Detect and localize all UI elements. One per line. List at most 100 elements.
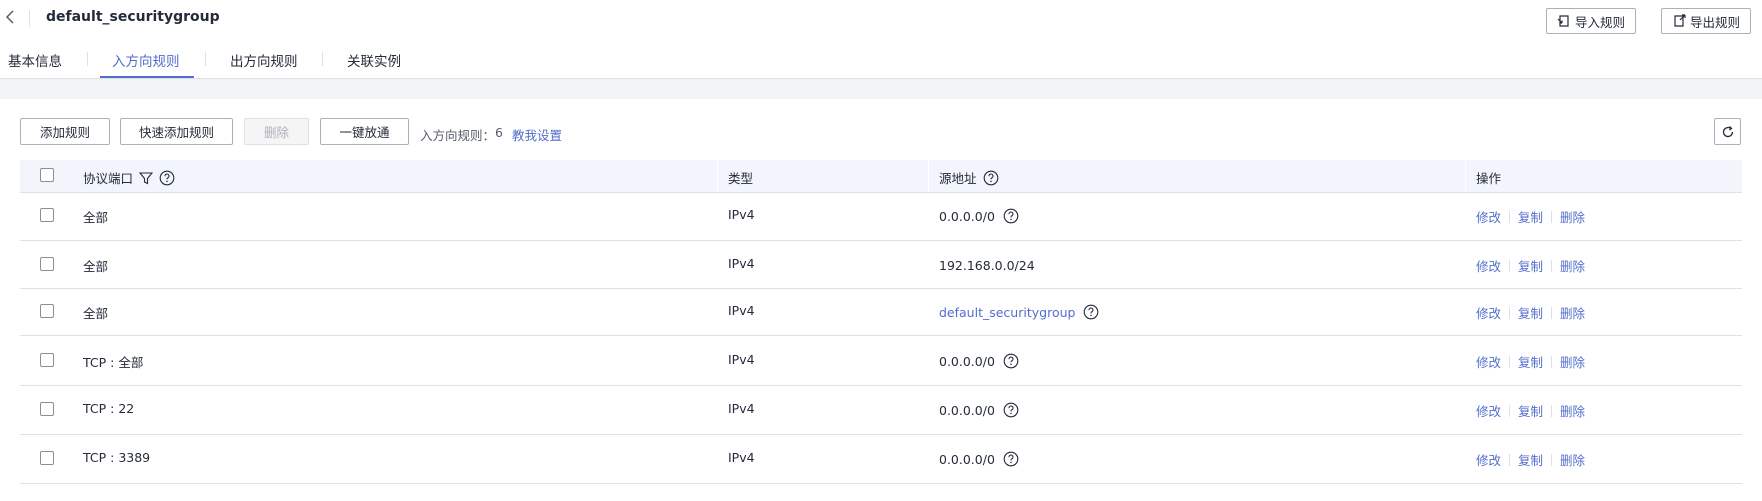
protocol-port-cell: 全部 <box>83 259 109 274</box>
action-divider <box>1551 404 1553 417</box>
copy-link[interactable]: 复制 <box>1518 450 1543 469</box>
row-checkbox[interactable] <box>40 353 54 367</box>
copy-link[interactable]: 复制 <box>1518 256 1543 275</box>
select-all-checkbox[interactable] <box>40 168 54 182</box>
question-circle-icon[interactable] <box>159 170 175 186</box>
import-icon <box>1557 15 1569 27</box>
export-icon <box>1674 14 1686 27</box>
table-row: TCP : 3389 IPv4 0.0.0.0/0 修改 复制 删除 <box>20 435 1742 484</box>
type-cell: IPv4 <box>728 256 755 271</box>
modify-link[interactable]: 修改 <box>1476 303 1501 322</box>
modify-link[interactable]: 修改 <box>1476 401 1501 420</box>
tab-outbound-rules[interactable]: 出方向规则 <box>230 50 298 70</box>
import-rules-button[interactable]: 导入规则 <box>1546 8 1637 34</box>
export-rules-button[interactable]: 导出规则 <box>1661 8 1752 34</box>
protocol-port-cell: 全部 <box>83 306 109 321</box>
back-chevron-left-icon[interactable] <box>5 9 19 27</box>
filter-icon[interactable] <box>139 171 154 185</box>
type-cell: IPv4 <box>728 303 755 318</box>
delete-link[interactable]: 删除 <box>1560 207 1585 226</box>
page-header: default_securitygroup 导入规则 导出规则 <box>0 0 1762 36</box>
question-circle-icon[interactable] <box>1003 451 1019 467</box>
column-divider <box>1465 160 1466 192</box>
action-divider <box>1509 259 1511 272</box>
question-circle-icon[interactable] <box>1003 402 1019 418</box>
add-rule-button[interactable]: 添加规则 <box>20 118 110 145</box>
modify-link[interactable]: 修改 <box>1476 450 1501 469</box>
modify-link[interactable]: 修改 <box>1476 352 1501 371</box>
copy-link[interactable]: 复制 <box>1518 352 1543 371</box>
refresh-icon <box>1722 125 1733 137</box>
question-circle-icon[interactable] <box>983 170 999 186</box>
quick-add-rule-button[interactable]: 快速添加规则 <box>120 118 233 145</box>
source-cell: default_securitygroup <box>939 302 1099 322</box>
tab-basic-info[interactable]: 基本信息 <box>8 50 62 70</box>
table-row: TCP : 22 IPv4 0.0.0.0/0 修改 复制 删除 <box>20 386 1742 435</box>
tab-associated-instances[interactable]: 关联实例 <box>347 50 401 70</box>
column-divider <box>928 160 929 192</box>
delete-link[interactable]: 删除 <box>1560 256 1585 275</box>
protocol-port-cell: 全部 <box>83 210 109 225</box>
open-all-button[interactable]: 一键放通 <box>320 118 409 145</box>
modify-link[interactable]: 修改 <box>1476 256 1501 275</box>
action-divider <box>1509 306 1511 319</box>
row-checkbox[interactable] <box>40 208 54 222</box>
row-checkbox[interactable] <box>40 402 54 416</box>
action-divider <box>1551 259 1553 272</box>
delete-link[interactable]: 删除 <box>1560 450 1585 469</box>
column-header-source-label: 源地址 <box>939 171 977 186</box>
action-divider <box>1551 453 1553 466</box>
table-row: TCP : 全部 IPv4 0.0.0.0/0 修改 复制 删除 <box>20 337 1742 386</box>
delete-button[interactable]: 删除 <box>244 118 309 145</box>
refresh-button[interactable] <box>1714 118 1741 145</box>
rule-count-label: 入方向规则： <box>420 128 496 143</box>
rules-toolbar: 添加规则 快速添加规则 删除 一键放通 入方向规则： 6 教我设置 <box>0 118 1762 146</box>
tab-inbound-rules[interactable]: 入方向规则 <box>112 50 180 70</box>
header-divider <box>29 10 30 27</box>
protocol-port-cell: TCP : 3389 <box>83 450 151 465</box>
tab-divider <box>87 52 88 66</box>
copy-link[interactable]: 复制 <box>1518 401 1543 420</box>
delete-link[interactable]: 删除 <box>1560 303 1585 322</box>
tab-divider <box>322 52 323 66</box>
column-header-type: 类型 <box>728 168 753 187</box>
copy-link[interactable]: 复制 <box>1518 303 1543 322</box>
column-header-protocol-port-label: 协议端口 <box>83 171 134 186</box>
column-header-actions: 操作 <box>1476 168 1501 187</box>
column-header-source: 源地址 <box>939 168 999 187</box>
action-divider <box>1509 210 1511 223</box>
source-address: 0.0.0.0/0 <box>939 451 995 467</box>
source-cell: 0.0.0.0/0 <box>939 206 1019 226</box>
question-circle-icon[interactable] <box>1003 208 1019 224</box>
source-cell: 0.0.0.0/0 <box>939 400 1019 420</box>
action-divider <box>1509 404 1511 417</box>
type-cell: IPv4 <box>728 207 755 222</box>
type-cell: IPv4 <box>728 352 755 367</box>
question-circle-icon[interactable] <box>1003 353 1019 369</box>
row-checkbox[interactable] <box>40 451 54 465</box>
source-security-group-link[interactable]: default_securitygroup <box>939 305 1075 320</box>
delete-link[interactable]: 删除 <box>1560 352 1585 371</box>
row-checkbox[interactable] <box>40 304 54 318</box>
delete-link[interactable]: 删除 <box>1560 401 1585 420</box>
row-checkbox[interactable] <box>40 257 54 271</box>
import-rules-label: 导入规则 <box>1575 14 1626 30</box>
source-address: 0.0.0.0/0 <box>939 402 995 418</box>
action-divider <box>1551 355 1553 368</box>
protocol-port-cell: TCP : 全部 <box>83 355 144 370</box>
column-header-type-label: 类型 <box>728 171 754 186</box>
page-title: default_securitygroup <box>46 9 220 25</box>
source-address: 0.0.0.0/0 <box>939 208 995 224</box>
export-rules-label: 导出规则 <box>1690 14 1741 30</box>
source-address: 0.0.0.0/0 <box>939 353 995 369</box>
source-cell: 192.168.0.0/24 <box>939 255 1035 275</box>
source-cell: 0.0.0.0/0 <box>939 351 1019 371</box>
question-circle-icon[interactable] <box>1083 304 1099 320</box>
copy-link[interactable]: 复制 <box>1518 207 1543 226</box>
table-row: 全部 IPv4 192.168.0.0/24 修改 复制 删除 <box>20 241 1742 289</box>
modify-link[interactable]: 修改 <box>1476 207 1501 226</box>
row-actions: 修改 复制 删除 <box>1476 450 1585 469</box>
tab-divider <box>205 52 206 66</box>
teach-me-link[interactable]: 教我设置 <box>512 125 562 144</box>
action-divider <box>1509 355 1511 368</box>
